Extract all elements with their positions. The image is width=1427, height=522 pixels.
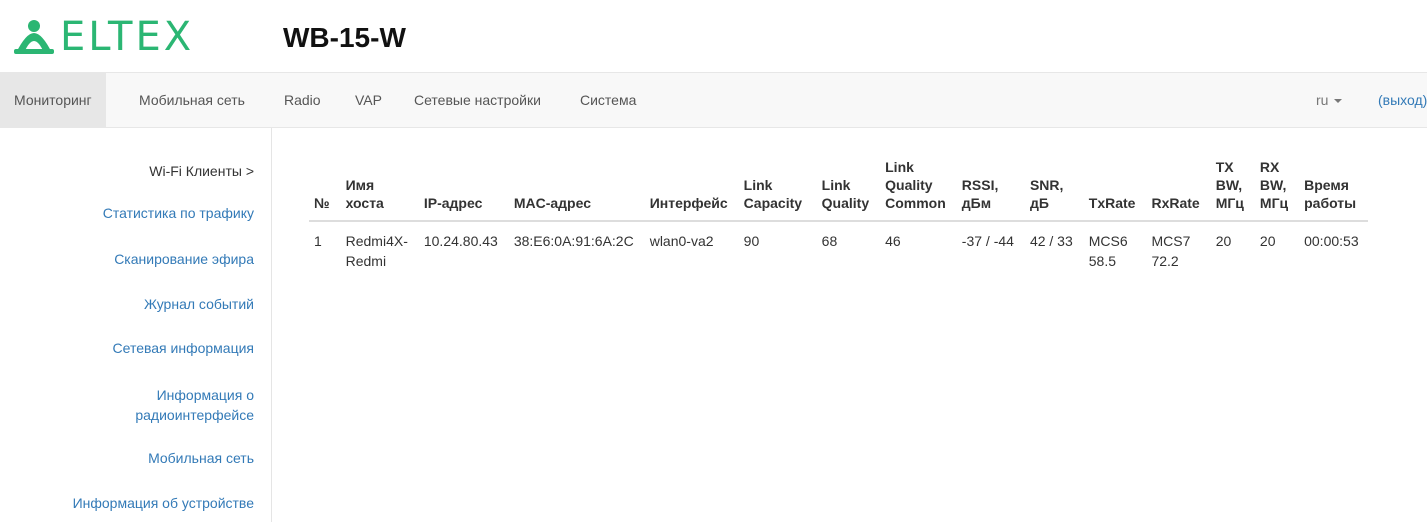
cell-ip: 10.24.80.43	[423, 233, 498, 249]
col-header-snr: SNR, дБ	[1021, 150, 1081, 222]
nav-item-mobile-network[interactable]: Мобильная сеть	[139, 73, 245, 127]
col-header-mac: MAC-адрес	[505, 150, 642, 222]
logout-link[interactable]: (выход)	[1378, 73, 1427, 127]
cell-rssi: -37 / -44	[961, 233, 1014, 249]
col-header-interface: Интерфейс	[641, 150, 736, 222]
nav-item-radio[interactable]: Radio	[284, 73, 321, 127]
caret-down-icon	[1334, 99, 1343, 104]
cell-mac: 38:E6:0A:91:6A:2C	[513, 233, 634, 249]
col-header-link-quality-common: Link Quality Common	[877, 150, 954, 222]
col-header-rxrate: RxRate	[1143, 150, 1208, 222]
col-header-hostname: Имя хоста	[337, 150, 416, 222]
cell-rxrate: MCS7 72.2	[1151, 233, 1191, 269]
col-header-tx-bw: TX BW, МГц	[1207, 150, 1252, 222]
top-navbar: Мониторинг Мобильная сеть Radio VAP Сете…	[0, 72, 1427, 128]
sidebar-item-network-info[interactable]: Сетевая информация	[113, 338, 254, 358]
cell-link-capacity: 90	[743, 233, 760, 249]
cell-txrate: MCS6 58.5	[1088, 233, 1128, 269]
sidebar-item-wifi-clients[interactable]: Wi-Fi Клиенты >	[149, 161, 254, 181]
cell-number: 1	[314, 233, 322, 249]
col-header-link-capacity: Link Capacity	[735, 150, 814, 222]
cell-snr: 42 / 33	[1029, 233, 1073, 249]
sidebar-item-device-info[interactable]: Информация об устройстве	[73, 493, 254, 513]
sidebar-item-event-log[interactable]: Журнал событий	[144, 294, 254, 314]
header: ELTEX WB-15-W	[0, 0, 1427, 72]
col-header-link-quality: Link Quality	[813, 150, 878, 222]
table-row: 1 Redmi4X-Redmi 10.24.80.43 38:E6:0A:91:…	[309, 221, 1368, 279]
sidebar-item-radio-interface-info[interactable]: Информация о радиоинтерфейсе	[104, 385, 254, 425]
cell-uptime: 00:00:53	[1304, 233, 1359, 249]
sidebar-item-air-scan[interactable]: Сканирование эфира	[114, 249, 254, 269]
col-header-uptime: Время работы	[1296, 150, 1369, 222]
nav-item-monitoring[interactable]: Мониторинг	[0, 73, 106, 127]
sidebar: Wi-Fi Клиенты > Статистика по трафику Ск…	[0, 128, 272, 522]
cell-rx-bw: 20	[1259, 233, 1276, 249]
language-value: ru	[1316, 92, 1329, 108]
col-header-number: №	[309, 150, 338, 222]
cell-link-quality: 68	[821, 233, 838, 249]
sidebar-item-traffic-stats[interactable]: Статистика по трафику	[103, 203, 254, 223]
col-header-ip: IP-адрес	[415, 150, 506, 222]
eltex-logo-icon	[14, 20, 54, 54]
col-header-txrate: TxRate	[1080, 150, 1144, 222]
table-header-row: № Имя хоста IP-адрес MAC-адрес Интерфейс…	[309, 150, 1369, 222]
nav-item-network-settings[interactable]: Сетевые настройки	[414, 73, 541, 127]
cell-hostname: Redmi4X-Redmi	[345, 233, 408, 269]
nav-item-vap[interactable]: VAP	[355, 73, 382, 127]
sidebar-item-mobile-network[interactable]: Мобильная сеть	[148, 448, 254, 468]
wifi-clients-table: № Имя хоста IP-адрес MAC-адрес Интерфейс…	[309, 150, 1369, 279]
cell-link-quality-common: 46	[885, 233, 901, 249]
col-header-rssi: RSSI, дБм	[953, 150, 1022, 222]
logo-text: ELTEX	[60, 14, 195, 60]
eltex-logo[interactable]: ELTEX	[12, 14, 194, 60]
device-model-title: WB-15-W	[283, 22, 406, 53]
col-header-rx-bw: RX BW, МГц	[1251, 150, 1297, 222]
cell-tx-bw: 20	[1215, 233, 1232, 249]
language-dropdown[interactable]: ru	[1316, 73, 1343, 127]
cell-interface: wlan0-va2	[649, 233, 714, 249]
nav-item-system[interactable]: Система	[580, 73, 636, 127]
